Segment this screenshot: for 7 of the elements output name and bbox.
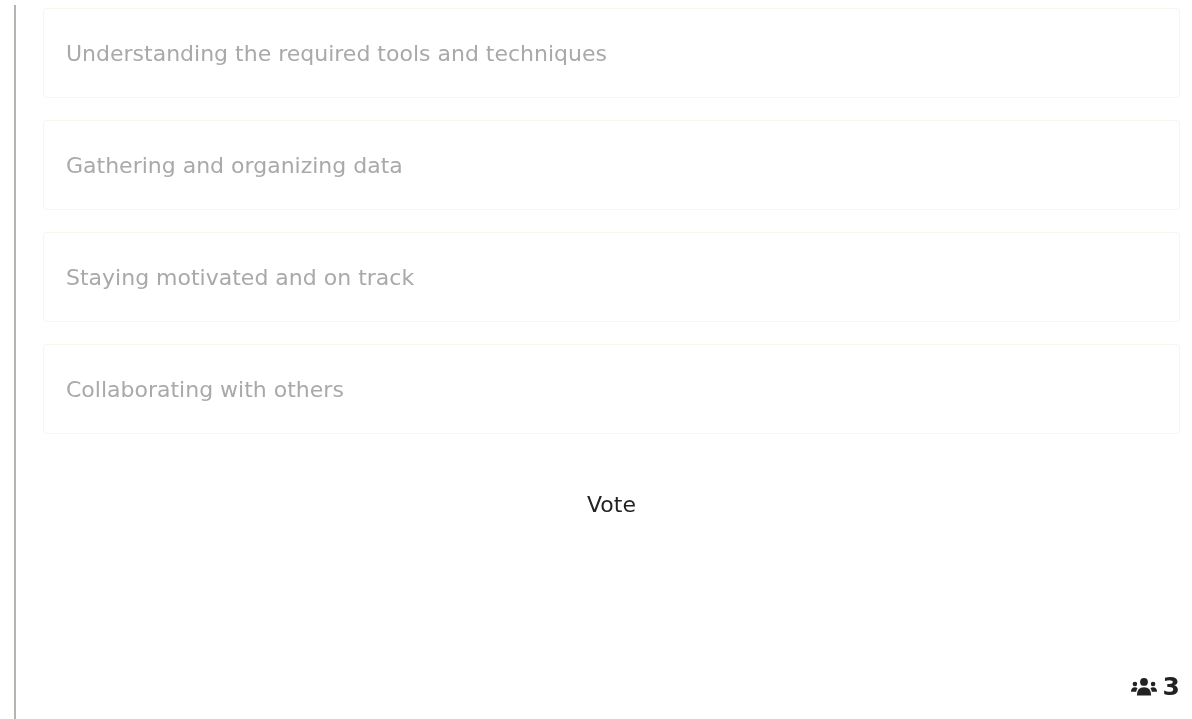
participant-count: 3	[1162, 672, 1180, 701]
users-icon	[1130, 677, 1157, 696]
poll-option[interactable]: Staying motivated and on track	[43, 232, 1180, 322]
poll-option[interactable]: Collaborating with others	[43, 344, 1180, 434]
vote-button[interactable]: Vote	[575, 486, 648, 523]
poll-option[interactable]: Gathering and organizing data	[43, 120, 1180, 210]
poll-option[interactable]: Understanding the required tools and techniques	[43, 8, 1180, 98]
